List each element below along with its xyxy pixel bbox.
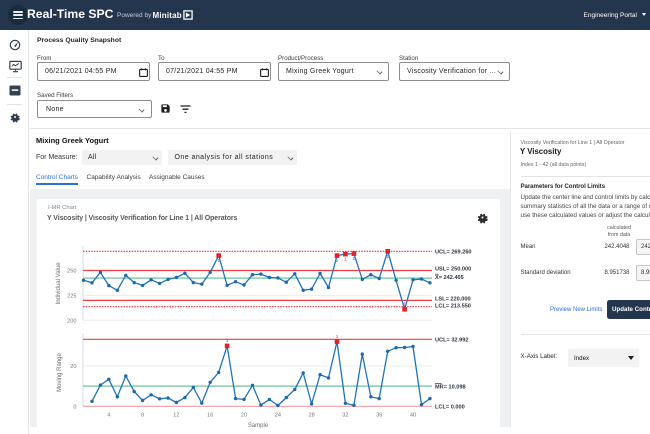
svg-text:1: 1 (336, 334, 339, 339)
svg-text:MR= 10.098: MR= 10.098 (435, 384, 466, 390)
svg-text:28: 28 (308, 413, 314, 419)
svg-text:12: 12 (173, 413, 179, 419)
svg-text:40: 40 (410, 413, 416, 419)
svg-text:LSL= 220.000: LSL= 220.000 (435, 297, 471, 303)
svg-text:Individual Value: Individual Value (56, 262, 62, 305)
svg-text:1: 1 (344, 257, 347, 262)
svg-text:36: 36 (376, 413, 382, 419)
svg-text:Moving Range: Moving Range (57, 352, 63, 391)
svg-text:Sample: Sample (248, 423, 269, 429)
svg-text:UCL= 32.992: UCL= 32.992 (435, 338, 468, 344)
svg-text:LCL= 0.000: LCL= 0.000 (435, 404, 465, 410)
svg-text:X= 242.405: X= 242.405 (435, 275, 464, 281)
svg-text:UCL= 269.260: UCL= 269.260 (435, 249, 472, 255)
svg-text:16: 16 (207, 413, 213, 419)
svg-text:4: 4 (107, 413, 110, 419)
svg-text:20: 20 (241, 413, 247, 419)
svg-text:32: 32 (342, 413, 348, 419)
svg-text:LCL= 213.550: LCL= 213.550 (435, 303, 471, 309)
svg-text:8: 8 (141, 413, 144, 419)
svg-text:250: 250 (67, 269, 76, 275)
svg-text:0: 0 (73, 404, 76, 410)
svg-text:1: 1 (336, 258, 339, 263)
svg-text:200: 200 (67, 318, 76, 324)
svg-text:24: 24 (275, 413, 281, 419)
svg-text:20: 20 (70, 364, 76, 370)
svg-text:USL= 250.000: USL= 250.000 (435, 267, 471, 273)
svg-text:225: 225 (67, 293, 76, 299)
